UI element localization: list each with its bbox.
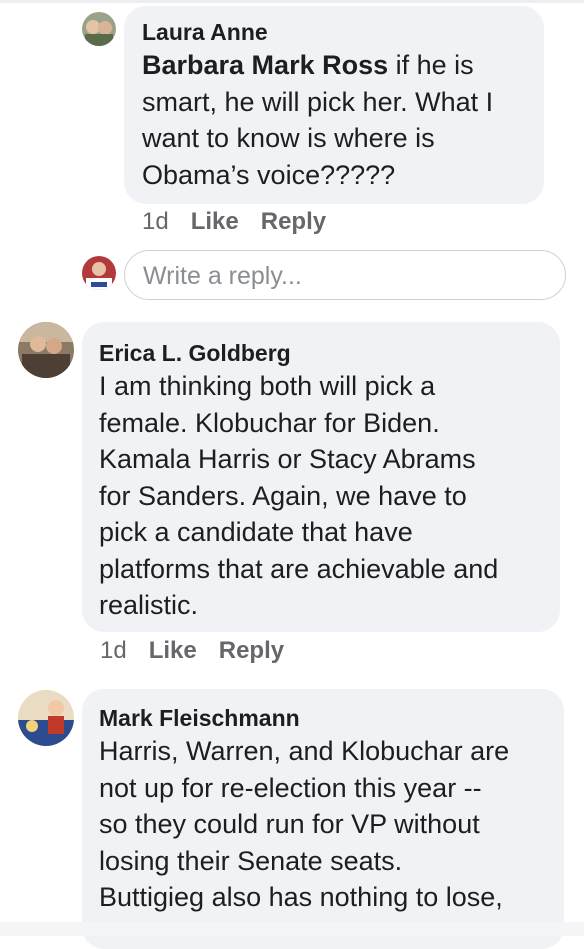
comment-timestamp[interactable]: 1d <box>100 637 127 665</box>
comment-author[interactable]: Laura Anne <box>142 17 544 47</box>
bottom-divider <box>0 922 584 936</box>
comment-actions: 1d Like Reply <box>142 208 326 236</box>
comment-author[interactable]: Erica L. Goldberg <box>99 338 560 368</box>
avatar-laura-anne[interactable] <box>82 12 116 46</box>
comment-bubble: Erica L. Goldberg I am thinking both wil… <box>82 322 560 632</box>
like-button[interactable]: Like <box>149 637 197 665</box>
comment-text: I am thinking both will pick a female. K… <box>99 371 499 620</box>
reply-input[interactable]: Write a reply... <box>124 250 566 300</box>
reply-button[interactable]: Reply <box>261 208 326 236</box>
comment-actions: 1d Like Reply <box>100 637 284 665</box>
avatar-erica-goldberg[interactable] <box>18 322 74 378</box>
like-button[interactable]: Like <box>191 208 239 236</box>
top-divider <box>0 0 584 3</box>
comment-author[interactable]: Mark Fleischmann <box>99 703 564 733</box>
reply-button[interactable]: Reply <box>219 637 284 665</box>
mention-link[interactable]: Barbara Mark Ross <box>142 50 388 80</box>
comment-bubble: Mark Fleischmann Harris, Warren, and Klo… <box>82 689 564 949</box>
avatar-current-user <box>82 256 116 290</box>
comment-timestamp[interactable]: 1d <box>142 208 169 236</box>
comment-text: Barbara Mark Ross if he is smart, he wil… <box>142 50 494 190</box>
avatar-mark-fleischmann[interactable] <box>18 690 74 746</box>
comment-bubble: Laura Anne Barbara Mark Ross if he is sm… <box>124 6 544 204</box>
comment-text: Harris, Warren, and Klobuchar are not up… <box>99 736 510 912</box>
